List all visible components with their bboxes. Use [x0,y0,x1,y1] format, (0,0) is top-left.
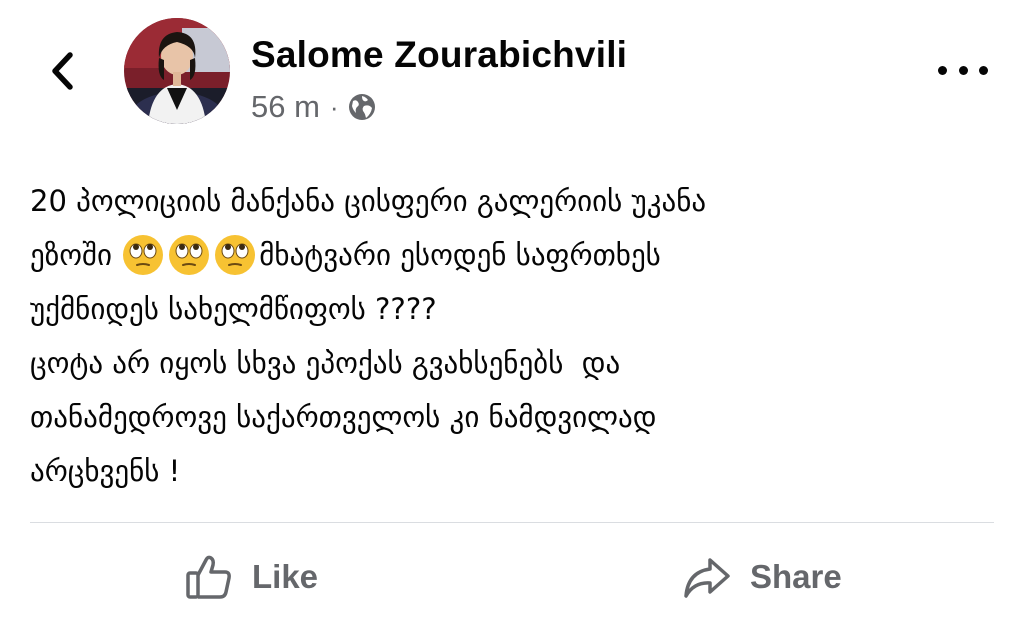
more-dots-icon [938,65,947,75]
post-meta: 56 m · [251,88,377,126]
divider [30,522,994,523]
author-name[interactable]: Salome Zourabichvili [251,34,627,76]
post-line: თანამედროვე საქართველოს კი ნამდვილად [30,400,657,434]
like-label: Like [252,558,319,595]
globe-icon[interactable] [347,92,377,122]
profile-photo [124,18,230,124]
post-line: უქმნიდეს სახელმწიფოს ???? [30,292,437,326]
post-line-suffix: მხატვარი ესოდენ საფრთხეს [259,238,661,272]
avatar[interactable] [124,18,230,124]
post-line: 20 პოლიციის მანქანა ცისფერი გალერიის უკა… [30,184,707,218]
meta-separator: · [329,91,339,122]
post-line-with-emoji: ეზოში მხატვარი ესოდენ საფრთხეს [30,228,990,282]
post-line: ცოტა არ იყოს სხვა ეპოქას გვახსენებს და [30,346,621,380]
chevron-left-icon [52,52,73,90]
rolling-eyes-emoji-icon [123,235,164,275]
post-line-prefix: ეზოში [30,238,122,272]
back-button[interactable] [40,46,84,96]
share-button[interactable]: Share [682,546,842,608]
share-arrow-icon [684,558,730,598]
post-timestamp[interactable]: 56 m [251,89,320,125]
rolling-eyes-emoji-icon [169,235,210,275]
share-label: Share [750,558,842,595]
like-button[interactable]: Like [184,546,318,608]
post-line: არცხვენს ! [30,454,181,488]
more-options-button[interactable] [938,58,988,82]
thumbs-up-icon [186,555,231,599]
post-text: 20 პოლიციის მანქანა ცისფერი გალერიის უკა… [30,174,990,498]
rolling-eyes-emoji-icon [215,235,256,275]
